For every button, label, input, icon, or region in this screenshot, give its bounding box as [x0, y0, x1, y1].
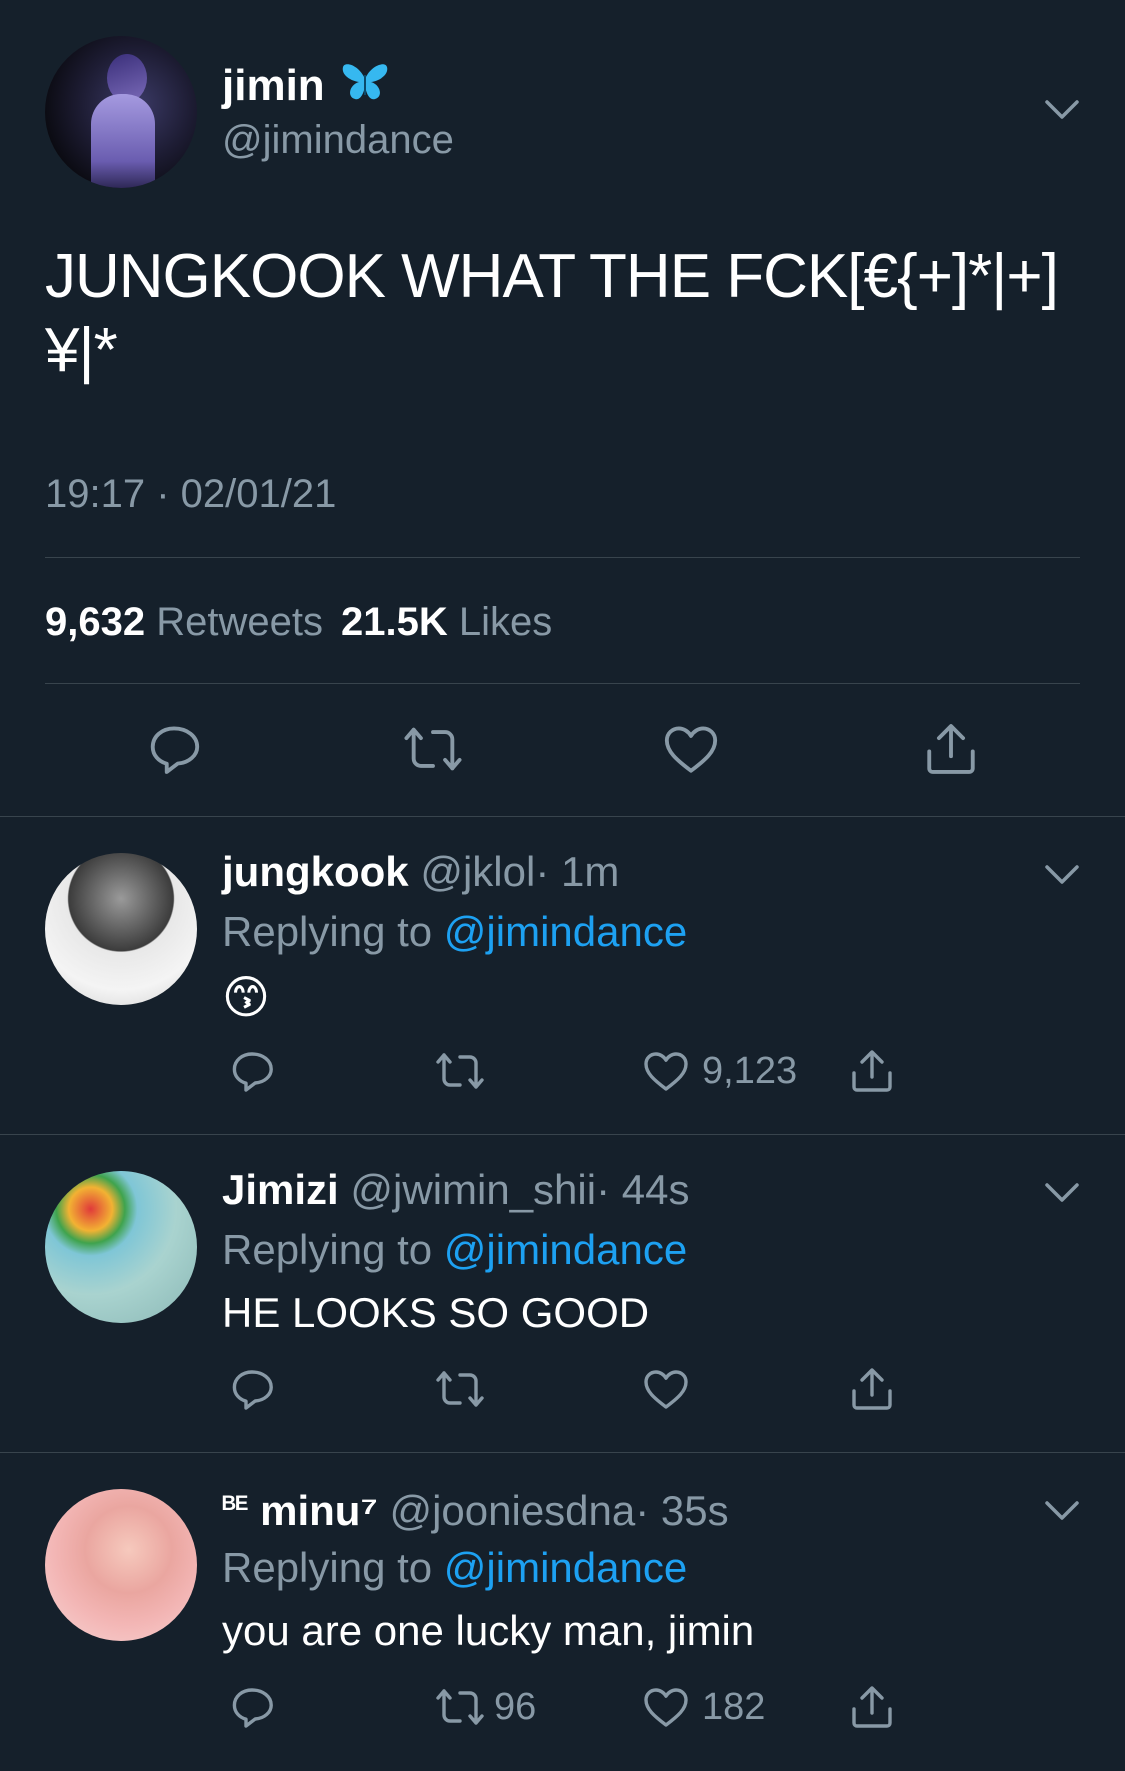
- retweet-icon[interactable]: [432, 1365, 488, 1413]
- author-handle[interactable]: @jooniesdna: [389, 1487, 635, 1534]
- heart-icon[interactable]: [642, 1367, 690, 1411]
- share-icon[interactable]: [922, 720, 980, 778]
- divider: [45, 683, 1080, 684]
- tweet-text: JUNGKOOK WHAT THE FCK[€{+]*|+] ¥|*: [45, 242, 1059, 385]
- reply-tweet[interactable]: ᴮᴱ minu⁷ @jooniesdna· 35s Replying to @ji…: [0, 1453, 1125, 1771]
- author-name[interactable]: Jimizi: [222, 1166, 339, 1213]
- chevron-down-icon[interactable]: [1044, 1499, 1080, 1523]
- retweet-icon[interactable]: [432, 1683, 488, 1731]
- replying-to: Replying to @jimindance: [222, 908, 688, 955]
- reply-actions: 96 182: [0, 1683, 1125, 1739]
- author-name[interactable]: jungkook: [222, 848, 409, 895]
- reply-time: · 1m: [535, 848, 620, 895]
- heart-icon[interactable]: [642, 1049, 690, 1093]
- reply-time: · 35s: [635, 1487, 729, 1534]
- share-icon[interactable]: [848, 1365, 896, 1413]
- reply-actions: 9,123: [0, 1047, 1125, 1103]
- author-handle[interactable]: @jklol: [420, 848, 535, 895]
- reply-icon[interactable]: [228, 1047, 276, 1095]
- replying-to: Replying to @jimindance: [222, 1544, 688, 1591]
- avatar-jimin[interactable]: [45, 36, 197, 188]
- name-prefix: ᴮᴱ: [222, 1491, 249, 1524]
- reply-text: 😙: [222, 971, 270, 1023]
- author-handle[interactable]: @jwimin_shii: [350, 1166, 596, 1213]
- tweet-stats: 9,632 Retweets 21.5K Likes: [45, 594, 552, 650]
- reply-header: jungkook @jklol· 1m: [222, 845, 619, 899]
- share-icon[interactable]: [848, 1047, 896, 1095]
- avatar-jungkook[interactable]: [45, 853, 197, 1005]
- reply-time: · 44s: [596, 1166, 690, 1213]
- reply-header: ᴮᴱ minu⁷ @jooniesdna· 35s: [222, 1481, 729, 1538]
- replying-to: Replying to @jimindance: [222, 1226, 688, 1273]
- tweet-timestamp[interactable]: 19:17 · 02/01/21: [45, 468, 336, 520]
- chevron-down-icon[interactable]: [1044, 98, 1080, 122]
- reply-text: you are one lucky man, jimin: [222, 1607, 755, 1654]
- reply-actions: [0, 1365, 1125, 1421]
- retweet-icon[interactable]: [432, 1047, 488, 1095]
- avatar-minu[interactable]: [45, 1489, 197, 1641]
- reply-icon[interactable]: [145, 720, 203, 778]
- retweet-count: 96: [494, 1686, 537, 1728]
- like-count: 182: [702, 1686, 766, 1728]
- blue-butterfly-icon: [341, 61, 389, 115]
- reply-icon[interactable]: [228, 1683, 276, 1731]
- reply-icon[interactable]: [228, 1365, 276, 1413]
- heart-icon[interactable]: [642, 1685, 690, 1729]
- chevron-down-icon[interactable]: [1044, 863, 1080, 887]
- likes-stat[interactable]: 21.5K Likes: [341, 600, 552, 644]
- replying-to-handle[interactable]: @jimindance: [444, 908, 687, 955]
- author-handle[interactable]: @jimindance: [222, 116, 454, 164]
- tweet-actions: [0, 720, 1125, 780]
- retweets-stat[interactable]: 9,632 Retweets: [45, 600, 323, 644]
- reply-text: HE LOOKS SO GOOD: [222, 1289, 650, 1336]
- replying-to-handle[interactable]: @jimindance: [444, 1226, 687, 1273]
- main-tweet: jimin @jimindance JUNGKOOK WHAT THE FCK[…: [0, 0, 1125, 816]
- reply-header: Jimizi @jwimin_shii· 44s: [222, 1163, 689, 1217]
- share-icon[interactable]: [848, 1683, 896, 1731]
- avatar-jimizi[interactable]: [45, 1171, 197, 1323]
- divider: [45, 557, 1080, 558]
- replying-to-handle[interactable]: @jimindance: [444, 1544, 687, 1591]
- reply-tweet[interactable]: Jimizi @jwimin_shii· 44s Replying to @ji…: [0, 1135, 1125, 1453]
- reply-tweet[interactable]: jungkook @jklol· 1m Replying to @jiminda…: [0, 817, 1125, 1135]
- chevron-down-icon[interactable]: [1044, 1181, 1080, 1205]
- author-name[interactable]: jimin: [222, 60, 389, 115]
- author-name[interactable]: ᴮᴱ minu⁷: [222, 1487, 378, 1534]
- like-count: 9,123: [702, 1050, 798, 1092]
- retweet-icon[interactable]: [400, 720, 466, 778]
- heart-icon[interactable]: [662, 722, 720, 776]
